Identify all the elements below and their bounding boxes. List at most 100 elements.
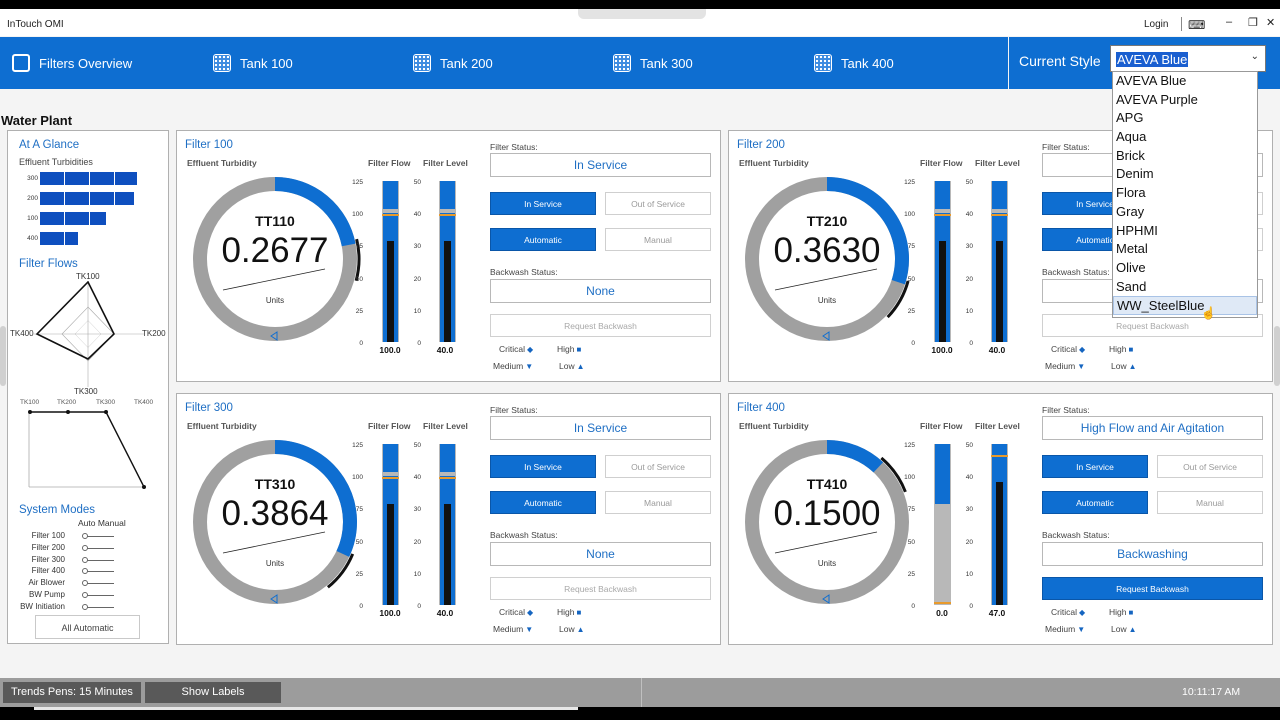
nav-filters-overview[interactable]: Filters Overview	[12, 37, 132, 89]
mode-label: Air Blower	[28, 578, 65, 588]
left-edge-handle[interactable]	[0, 326, 6, 386]
all-automatic-button[interactable]: All Automatic	[35, 615, 140, 639]
request-backwash-button[interactable]: Request Backwash	[1042, 577, 1263, 600]
mode-switch-knob[interactable]	[82, 580, 88, 587]
style-option[interactable]: Denim	[1113, 165, 1257, 184]
filter-status-value: In Service	[490, 416, 711, 440]
level-bar-top	[992, 444, 1007, 472]
request-backwash-button[interactable]: Request Backwash	[490, 314, 711, 337]
flow-bar-trend	[387, 241, 394, 342]
style-option[interactable]: Olive	[1113, 259, 1257, 278]
mode-switch-knob[interactable]	[82, 556, 88, 563]
level-bar-setpoint	[439, 214, 456, 216]
in-service-button[interactable]: In Service	[490, 192, 596, 215]
mode-switch-knob[interactable]	[82, 544, 88, 551]
style-option[interactable]: AVEVA Blue	[1113, 72, 1257, 91]
style-option[interactable]: WW_SteelBlue	[1113, 296, 1257, 315]
mode-switch-knob[interactable]	[82, 592, 88, 598]
filter-panel: Filter 300 Effluent Turbidity TT310 0.3864 U…	[176, 393, 721, 645]
mode-switch-track[interactable]	[84, 583, 114, 585]
automatic-button[interactable]: Automatic	[490, 491, 596, 514]
style-option[interactable]: Flora	[1113, 184, 1257, 203]
out-of-service-button[interactable]: Out of Service	[605, 192, 711, 215]
show-labels-button[interactable]: Show Labels	[145, 682, 281, 703]
in-service-button[interactable]: In Service	[490, 455, 596, 478]
close-button[interactable]: ✕	[1266, 16, 1275, 29]
gauge-tag: TT110	[255, 213, 295, 229]
gauge-units: Units	[817, 296, 837, 305]
style-option[interactable]: Metal	[1113, 240, 1257, 259]
mode-switch-track[interactable]	[84, 547, 114, 549]
backwash-status-value: Backwashing	[1042, 542, 1263, 566]
mode-switch-track[interactable]	[84, 536, 114, 537]
nav-tank-300[interactable]: Tank 300	[613, 37, 693, 89]
automatic-button[interactable]: Automatic	[490, 228, 596, 251]
style-option[interactable]: HPHMI	[1113, 222, 1257, 241]
trends-pens-button[interactable]: Trends Pens: 15 Minutes	[3, 682, 141, 703]
legend-critical-icon: ◆	[1078, 608, 1086, 617]
out-of-service-button[interactable]: Out of Service	[1157, 455, 1263, 478]
mode-switch-knob[interactable]	[82, 568, 88, 575]
app-window: InTouch OMI Login ⌨ – ❐ ✕ Filters Overvi…	[0, 0, 1280, 720]
manual-button[interactable]: Manual	[1157, 491, 1263, 514]
glance-bar	[40, 172, 137, 185]
style-option[interactable]: Gray	[1113, 203, 1257, 222]
login-link[interactable]: Login	[1144, 19, 1168, 30]
legend-medium: Medium ▼	[1045, 361, 1085, 371]
style-option[interactable]: Sand	[1113, 278, 1257, 297]
filter-flows-heading: Filter Flows	[19, 258, 78, 270]
panel-title: Filter 200	[737, 139, 785, 151]
nav-tank-400[interactable]: Tank 400	[814, 37, 894, 89]
mode-switch-track[interactable]	[84, 595, 114, 596]
mode-label: Filter 100	[31, 531, 65, 540]
mode-switch-track[interactable]	[84, 571, 114, 573]
legend-critical-text: Critical	[499, 344, 525, 354]
legend-medium-text: Medium	[1045, 624, 1076, 634]
flow-tick: 25	[355, 307, 363, 315]
glance-bar-label: 200	[27, 195, 38, 202]
gauge-value: 0.1500	[773, 494, 881, 533]
at-a-glance-heading: At A Glance	[19, 139, 80, 151]
window-drag-handle[interactable]	[578, 9, 706, 19]
mode-switch-knob[interactable]	[82, 533, 88, 539]
style-option[interactable]: APG	[1113, 109, 1257, 128]
request-backwash-button[interactable]: Request Backwash	[490, 577, 711, 600]
right-edge-handle[interactable]	[1274, 326, 1280, 386]
level-tick: 50	[965, 179, 973, 186]
mode-switch-track[interactable]	[84, 606, 114, 608]
automatic-button[interactable]: Automatic	[1042, 491, 1148, 514]
filter-status-label: Filter Status:	[1042, 142, 1090, 152]
style-select[interactable]: AVEVA Blue ⌄	[1110, 45, 1266, 72]
minimize-button[interactable]: –	[1226, 16, 1232, 28]
manual-button[interactable]: Manual	[605, 491, 711, 514]
gauge-units: Units	[817, 559, 837, 568]
gauge-trend-line	[774, 531, 878, 554]
overview-icon	[12, 54, 30, 72]
level-tick: 0	[417, 340, 421, 347]
mode-switch-track[interactable]	[84, 559, 114, 561]
level-bar	[991, 444, 1008, 605]
flow-value: 0.0	[936, 608, 948, 618]
mode-row: Filter 200	[8, 543, 168, 555]
keyboard-icon[interactable]: ⌨	[1188, 18, 1205, 32]
flow-bar-trend	[387, 504, 394, 605]
in-service-button[interactable]: In Service	[1042, 455, 1148, 478]
out-of-service-button[interactable]: Out of Service	[605, 455, 711, 478]
style-option[interactable]: Brick	[1113, 147, 1257, 166]
radar-label-top: TK100	[76, 272, 100, 281]
effluent-turbidity-label: Effluent Turbidity	[187, 158, 257, 168]
nav-tank-200[interactable]: Tank 200	[413, 37, 493, 89]
legend-low: Low ▲	[1111, 361, 1137, 371]
style-option[interactable]: AVEVA Purple	[1113, 91, 1257, 110]
filter-panel: Filter 100 Effluent Turbidity TT110 0.2677 U…	[176, 130, 721, 382]
filter-panel: Filter 400 Effluent Turbidity TT410 0.1500 U…	[728, 393, 1273, 645]
manual-button[interactable]: Manual	[605, 228, 711, 251]
nav-label: Tank 300	[640, 55, 693, 71]
mode-switch-knob[interactable]	[82, 603, 88, 610]
style-option[interactable]: Aqua	[1113, 128, 1257, 147]
restore-button[interactable]: ❐	[1248, 16, 1258, 29]
nav-tank-100[interactable]: Tank 100	[213, 37, 293, 89]
legend-medium: Medium ▼	[493, 361, 533, 371]
backwash-status-label: Backwash Status:	[490, 530, 558, 540]
backwash-status-label: Backwash Status:	[1042, 267, 1110, 277]
